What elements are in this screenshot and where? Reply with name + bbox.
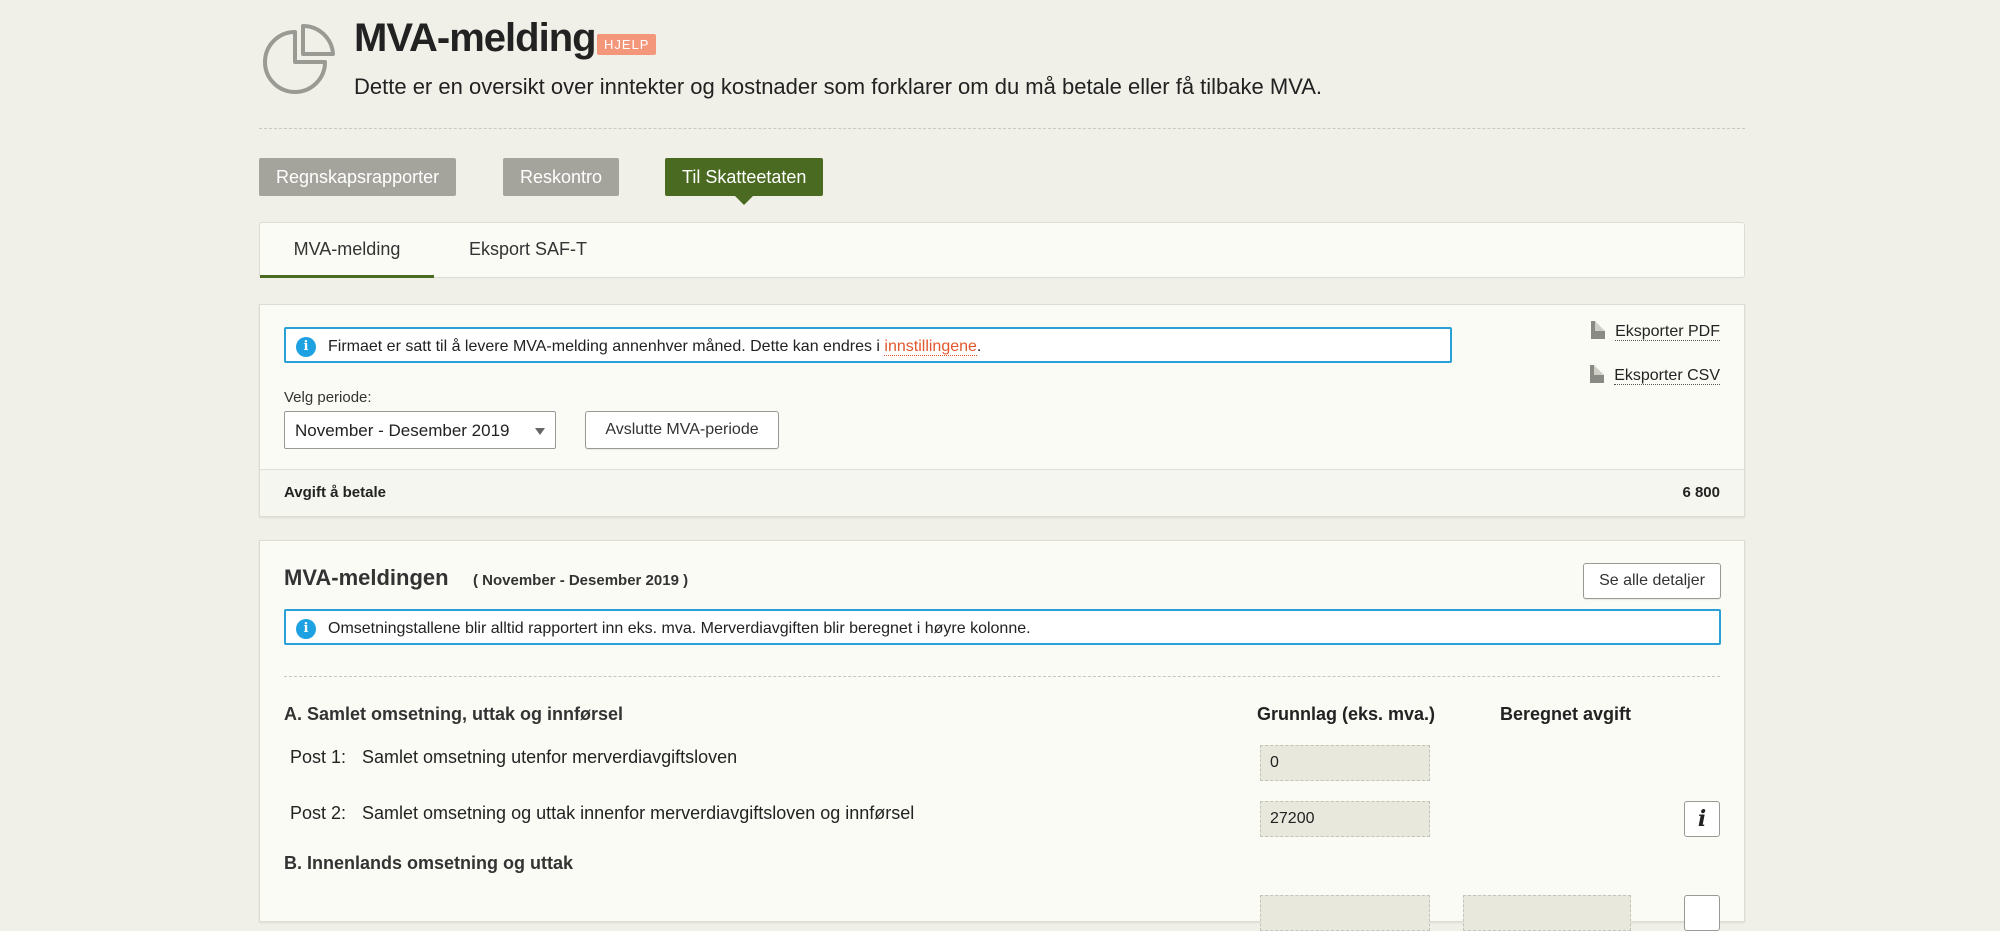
post-3-tax-input[interactable] <box>1463 895 1631 931</box>
help-badge[interactable]: HJELP <box>597 34 657 55</box>
info-icon: i <box>296 619 316 639</box>
post-row-1: Post 1: Samlet omsetning utenfor merverdi… <box>290 747 738 767</box>
tax-summary-value: 6 800 <box>1682 484 1720 501</box>
period-panel: i Firmaet er satt til å levere MVA-meldi… <box>259 304 1745 517</box>
csv-file-icon <box>1590 365 1605 383</box>
post-1-base-input[interactable]: 0 <box>1260 745 1430 781</box>
close-period-button[interactable]: Avslutte MVA-periode <box>585 411 779 449</box>
report-panel: MVA-meldingen ( November - Desember 2019… <box>259 540 1745 931</box>
period-select[interactable]: November - Desember 2019 <box>284 411 556 449</box>
nav-reskontro-button[interactable]: Reskontro <box>503 158 620 196</box>
post-2-info-button[interactable]: i <box>1684 801 1720 837</box>
settings-link[interactable]: innstillingene <box>884 338 977 356</box>
chevron-down-icon <box>535 428 545 435</box>
export-pdf-link[interactable]: Eksporter PDF <box>1591 321 1720 341</box>
report-title: MVA-meldingen <box>284 565 449 590</box>
tab-bar: MVA-melding Eksport SAF-T <box>259 222 1745 278</box>
export-csv-link[interactable]: Eksporter CSV <box>1590 365 1720 385</box>
section-a-heading: A. Samlet omsetning, uttak og innførsel <box>284 704 624 724</box>
page-title: MVA-melding <box>354 16 597 60</box>
tab-mva-melding[interactable]: MVA-melding <box>260 223 434 278</box>
tab-eksport-saf-t[interactable]: Eksport SAF-T <box>469 223 587 275</box>
info-box-period: i Firmaet er satt til å levere MVA-meldi… <box>284 327 1452 363</box>
info-text: Firmaet er satt til å levere MVA-melding… <box>328 338 885 355</box>
pdf-file-icon <box>1591 321 1606 339</box>
page-header: MVA-melding HJELP Dette er en oversikt o… <box>259 0 1745 129</box>
post-3-base-input[interactable] <box>1260 895 1430 931</box>
report-info-text: Omsetningstallene blir alltid rapportert… <box>328 620 1031 637</box>
report-period: ( November - Desember 2019 ) <box>473 572 689 589</box>
column-header-base: Grunnlag (eks. mva.) <box>1257 704 1436 724</box>
page-subtitle: Dette er en oversikt over inntekter og k… <box>354 74 1323 99</box>
column-header-tax: Beregnet avgift <box>1500 704 1632 724</box>
pie-chart-icon <box>263 23 335 94</box>
nav-regnskapsrapporter-button[interactable]: Regnskapsrapporter <box>259 158 457 196</box>
tax-summary-row: Avgift å betale 6 800 <box>260 469 1744 516</box>
divider <box>284 676 1720 677</box>
info-icon: i <box>296 337 316 357</box>
post-row-2: Post 2: Samlet omsetning og uttak innenfo… <box>290 803 915 823</box>
period-label: Velg periode: <box>284 389 372 406</box>
see-all-details-button[interactable]: Se alle detaljer <box>1583 563 1721 599</box>
post-3-info-button[interactable] <box>1684 895 1720 931</box>
info-box-report: i Omsetningstallene blir alltid rapporte… <box>284 609 1721 645</box>
post-2-base-input[interactable]: 27200 <box>1260 801 1430 837</box>
page-container: MVA-melding HJELP Dette er en oversikt o… <box>259 0 1745 931</box>
section-b-heading: B. Innenlands omsetning og uttak <box>284 853 574 873</box>
nav-til-skatteetaten-button[interactable]: Til Skatteetaten <box>665 158 824 205</box>
tax-summary-label: Avgift å betale <box>284 484 386 501</box>
